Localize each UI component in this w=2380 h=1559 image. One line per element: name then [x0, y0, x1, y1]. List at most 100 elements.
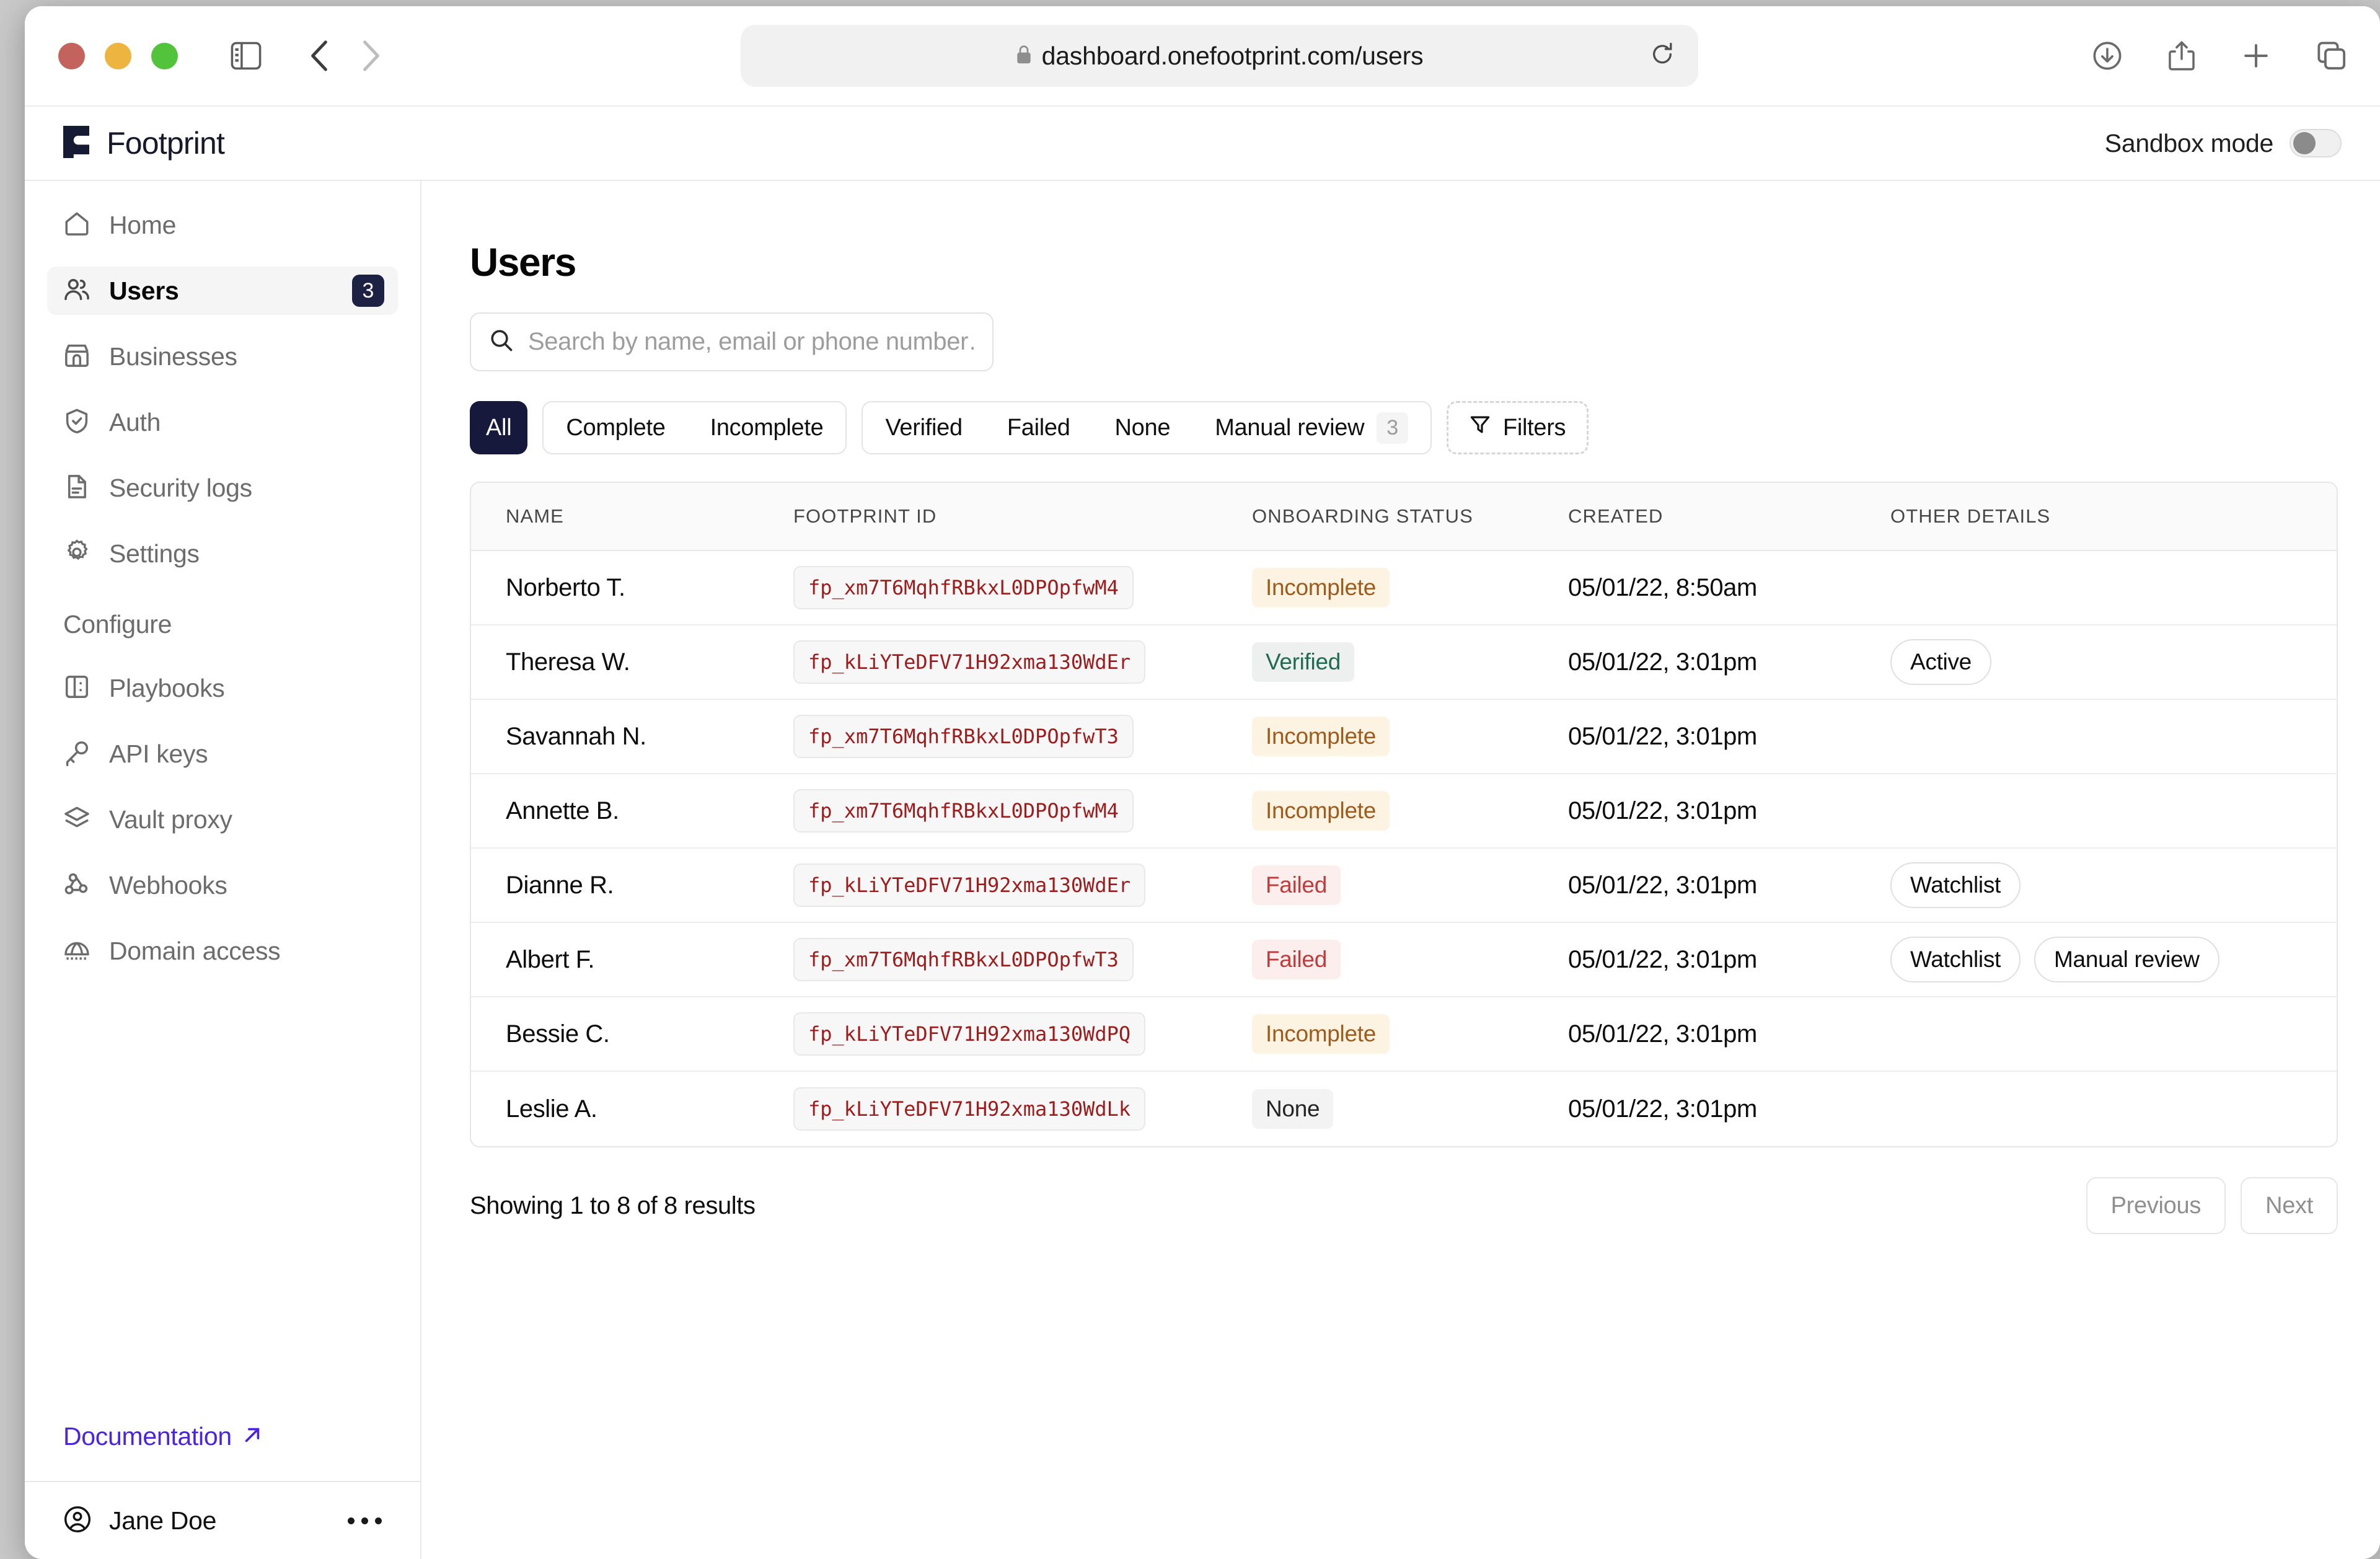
key-icon — [63, 739, 90, 769]
downloads-icon[interactable] — [2092, 41, 2122, 71]
tab-overview-icon[interactable] — [2317, 41, 2347, 71]
cell-created: 05/01/22, 3:01pm — [1568, 1020, 1757, 1048]
user-name: Jane Doe — [109, 1506, 217, 1535]
documentation-label: Documentation — [63, 1422, 232, 1451]
next-page-button[interactable]: Next — [2241, 1177, 2338, 1234]
table-row[interactable]: Bessie C. fp_kLiYTeDFV71H92xma130WdPQ Inco… — [471, 997, 2337, 1072]
page-title: Users — [470, 240, 576, 285]
users-table: Name Footprint ID Onboarding status Crea… — [470, 482, 2338, 1147]
close-window-button[interactable] — [58, 42, 85, 69]
ellipsis-icon[interactable] — [348, 1517, 382, 1524]
filter-none-button[interactable]: None — [1093, 402, 1193, 453]
status-badge: Incomplete — [1252, 568, 1390, 607]
filters-button-label: Filters — [1502, 414, 1566, 441]
search-input[interactable] — [528, 328, 974, 356]
user-profile-row[interactable]: Jane Doe — [25, 1481, 420, 1559]
cell-name: Norberto T. — [506, 573, 625, 601]
sidebar-item-playbooks[interactable]: Playbooks — [47, 664, 398, 712]
sidebar-item-label: Businesses — [109, 342, 237, 371]
filter-all-button[interactable]: All — [470, 401, 528, 454]
zoom-window-button[interactable] — [151, 42, 178, 69]
user-circle-icon — [63, 1505, 92, 1537]
filters-button[interactable]: Filters — [1446, 401, 1589, 454]
cell-name: Theresa W. — [506, 648, 630, 676]
table-row[interactable]: Savannah N. fp_xm7T6MqhfRBkxL0DPOpfwT3 Inc… — [471, 700, 2337, 774]
cell-footprint-id[interactable]: fp_kLiYTeDFV71H92xma130WdEr — [793, 640, 1146, 684]
cell-created: 05/01/22, 3:01pm — [1568, 1095, 1757, 1123]
filter-group-completeness: Complete Incomplete — [542, 401, 847, 454]
table-row[interactable]: Theresa W. fp_kLiYTeDFV71H92xma130WdEr Ver… — [471, 625, 2337, 700]
reload-icon[interactable] — [1650, 42, 1675, 70]
cell-footprint-id[interactable]: fp_xm7T6MqhfRBkxL0DPOpfwT3 — [793, 715, 1134, 758]
sidebar-item-api-keys[interactable]: API keys — [47, 730, 398, 778]
sidebar-item-label: Security logs — [109, 473, 252, 502]
new-tab-icon[interactable] — [2241, 41, 2271, 71]
filter-verified-button[interactable]: Verified — [863, 402, 984, 453]
table-row[interactable]: Albert F. fp_xm7T6MqhfRBkxL0DPOpfwT3 Faile… — [471, 923, 2337, 997]
results-summary: Showing 1 to 8 of 8 results — [470, 1191, 756, 1219]
brand[interactable]: Footprint — [63, 125, 225, 161]
sidebar-item-auth[interactable]: Auth — [47, 398, 398, 446]
cell-footprint-id[interactable]: fp_kLiYTeDFV71H92xma130WdEr — [793, 863, 1146, 907]
table-row[interactable]: Norberto T. fp_xm7T6MqhfRBkxL0DPOpfwM4 Inc… — [471, 551, 2337, 625]
sidebar-item-users[interactable]: Users 3 — [47, 267, 398, 315]
sidebar-item-domain-access[interactable]: Domain access — [47, 927, 398, 975]
other-details-chips: Watchlist — [1890, 862, 2337, 908]
toggle-knob — [2293, 132, 2316, 154]
filter-failed-button[interactable]: Failed — [985, 402, 1093, 453]
table-body: Norberto T. fp_xm7T6MqhfRBkxL0DPOpfwM4 Inc… — [471, 551, 2337, 1146]
sidebar-item-label: Home — [109, 210, 177, 239]
footprint-logo-icon — [63, 125, 90, 161]
sidebar-toggle-icon[interactable] — [230, 42, 262, 70]
filter-manual-review-label: Manual review — [1215, 414, 1365, 441]
cell-footprint-id[interactable]: fp_xm7T6MqhfRBkxL0DPOpfwT3 — [793, 938, 1134, 981]
cell-created: 05/01/22, 3:01pm — [1568, 648, 1757, 676]
sidebar-item-home[interactable]: Home — [47, 201, 398, 249]
lock-icon — [1016, 45, 1032, 68]
cell-footprint-id[interactable]: fp_xm7T6MqhfRBkxL0DPOpfwM4 — [793, 789, 1134, 832]
address-bar[interactable]: dashboard.onefootprint.com/users — [741, 25, 1698, 87]
cell-name: Dianne R. — [506, 871, 614, 899]
detail-chip: Watchlist — [1890, 937, 2021, 983]
documentation-link[interactable]: Documentation — [47, 1422, 398, 1481]
cell-created: 05/01/22, 3:01pm — [1568, 722, 1757, 750]
filter-toolbar: All Complete Incomplete Verified Failed … — [470, 401, 2332, 454]
filter-incomplete-button[interactable]: Incomplete — [688, 402, 846, 453]
url-text: dashboard.onefootprint.com/users — [1041, 41, 1424, 70]
sidebar-section-title: Configure — [63, 610, 172, 638]
sandbox-mode-control[interactable]: Sandbox mode — [2105, 129, 2342, 158]
sandbox-mode-label: Sandbox mode — [2104, 128, 2274, 157]
status-badge: Incomplete — [1252, 717, 1390, 756]
cell-name: Bessie C. — [506, 1020, 610, 1048]
sidebar-item-label: Auth — [109, 407, 161, 436]
search-field[interactable] — [470, 312, 994, 371]
back-icon[interactable] — [309, 40, 329, 72]
forward-icon[interactable] — [361, 40, 381, 72]
home-icon — [63, 210, 90, 241]
sidebar: Home Users 3 Businesses Auth Security lo… — [25, 181, 421, 1559]
users-icon — [63, 276, 90, 306]
sidebar-item-vault-proxy[interactable]: Vault proxy — [47, 795, 398, 844]
filter-complete-button[interactable]: Complete — [544, 402, 687, 453]
previous-page-button[interactable]: Previous — [2086, 1177, 2226, 1234]
share-icon[interactable] — [2168, 40, 2195, 71]
table-row[interactable]: Leslie A. fp_kLiYTeDFV71H92xma130WdLk None… — [471, 1072, 2337, 1146]
sidebar-item-businesses[interactable]: Businesses — [47, 332, 398, 381]
cell-footprint-id[interactable]: fp_kLiYTeDFV71H92xma130WdLk — [793, 1087, 1146, 1131]
table-row[interactable]: Annette B. fp_xm7T6MqhfRBkxL0DPOpfwM4 Inco… — [471, 774, 2337, 849]
sandbox-mode-toggle[interactable] — [2290, 129, 2342, 157]
sidebar-item-settings[interactable]: Settings — [47, 529, 398, 578]
detail-chip: Manual review — [2034, 937, 2219, 983]
sidebar-item-security-logs[interactable]: Security logs — [47, 464, 398, 512]
gear-icon — [63, 539, 90, 569]
sidebar-item-webhooks[interactable]: Webhooks — [47, 861, 398, 909]
browser-window: dashboard.onefootprint.com/users Footpri… — [25, 6, 2380, 1559]
cell-footprint-id[interactable]: fp_kLiYTeDFV71H92xma130WdPQ — [793, 1012, 1146, 1056]
other-details-chips: Watchlist Manual review — [1890, 937, 2337, 983]
minimize-window-button[interactable] — [105, 42, 131, 69]
cell-footprint-id[interactable]: fp_xm7T6MqhfRBkxL0DPOpfwM4 — [793, 566, 1134, 609]
pagination: Showing 1 to 8 of 8 results Previous Nex… — [470, 1177, 2338, 1234]
filter-manual-review-button[interactable]: Manual review 3 — [1192, 402, 1430, 453]
table-row[interactable]: Dianne R. fp_kLiYTeDFV71H92xma130WdEr Fail… — [471, 849, 2337, 923]
detail-chip: Active — [1890, 639, 1991, 685]
